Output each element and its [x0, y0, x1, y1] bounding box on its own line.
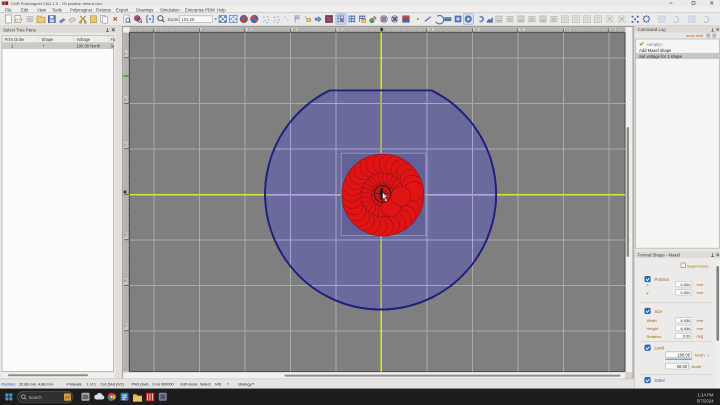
svg-text:North: North — [692, 364, 702, 369]
svg-text:(u: (u — [111, 44, 115, 49]
svg-text:-100: -100 — [200, 28, 206, 32]
svg-text:5/7/2024: 5/7/2024 — [697, 399, 714, 404]
svg-text:25: 25 — [124, 143, 128, 147]
svg-text:-75: -75 — [247, 28, 251, 32]
svg-text:Cut (blu): Cut (blu) — [101, 383, 116, 387]
svg-text:Export: Export — [116, 7, 129, 12]
svg-text:100.00: 100.00 — [677, 352, 690, 357]
svg-text:mm: mm — [697, 290, 704, 295]
svg-text:0.000: 0.000 — [680, 290, 691, 295]
svg-text:Polymagnet: Polymagnet — [70, 7, 93, 12]
svg-text:Set voltage for 1 shape: Set voltage for 1 shape — [639, 54, 683, 59]
svg-text:(0/2): (0/2) — [116, 383, 125, 387]
svg-text:Tools: Tools — [52, 7, 62, 12]
svg-text:Print (swt): Print (swt) — [132, 383, 150, 387]
svg-text:32.88 mm, 4.88 mm: 32.88 mm, 4.88 mm — [19, 383, 53, 387]
svg-text:6.936: 6.936 — [680, 318, 691, 323]
svg-text:-125: -125 — [155, 28, 161, 32]
svg-text:Select Tree Pane: Select Tree Pane — [3, 27, 37, 32]
svg-text:0.000: 0.000 — [680, 282, 691, 287]
svg-text:Drawings: Drawings — [136, 7, 153, 12]
svg-text:25: 25 — [429, 28, 433, 32]
svg-text:Shape: Shape — [42, 37, 55, 42]
svg-text:1:14 PM: 1:14 PM — [697, 392, 713, 397]
svg-text:Position:: Position: — [2, 383, 17, 387]
svg-text:undo limit: undo limit — [686, 33, 704, 38]
svg-text:North: North — [695, 352, 705, 357]
svg-text:CMR Polymagnet CAD 1.5 - 2D po: CMR Polymagnet CAD 1.5 - 2D position det… — [11, 1, 103, 6]
svg-text:strategy: strategy — [238, 383, 252, 387]
svg-text:Width: Width — [647, 318, 657, 323]
svg-text:View: View — [37, 7, 47, 12]
svg-text:0.00: 0.00 — [683, 334, 692, 339]
svg-text:103.28: 103.28 — [182, 17, 195, 22]
svg-text:125: 125 — [610, 28, 615, 32]
svg-text:Print Order: Print Order — [5, 37, 26, 42]
svg-text:Fixtures: Fixtures — [96, 7, 111, 12]
svg-text:Size: Size — [655, 309, 664, 314]
svg-text:Zoom:: Zoom: — [168, 17, 180, 22]
svg-text:0 on 000000: 0 on 000000 — [153, 383, 174, 387]
svg-text:mm: mm — [697, 318, 704, 323]
svg-text:Help: Help — [217, 7, 226, 12]
svg-text:x: x — [647, 282, 649, 287]
svg-text:Format Shape - Maxel: Format Shape - Maxel — [638, 253, 681, 258]
svg-text:Add Maxel shape: Add Maxel shape — [639, 48, 672, 53]
svg-text:N/S: N/S — [215, 383, 222, 387]
svg-text:-25: -25 — [124, 233, 128, 237]
svg-text:mm: mm — [697, 282, 704, 287]
svg-text:75: 75 — [520, 28, 524, 32]
svg-text:50: 50 — [124, 98, 128, 102]
svg-text:Command Log: Command Log — [638, 27, 667, 32]
svg-text:6.936: 6.936 — [680, 326, 691, 331]
svg-text:y: y — [647, 290, 649, 295]
svg-text:100.00 North: 100.00 North — [77, 44, 101, 49]
svg-text:-25: -25 — [338, 28, 342, 32]
svg-text:Search: Search — [29, 395, 43, 400]
svg-text:Supermaxel: Supermaxel — [687, 263, 708, 268]
svg-text:Height: Height — [647, 326, 659, 331]
svg-text:1 of 1: 1 of 1 — [87, 383, 97, 387]
svg-text:-50: -50 — [124, 279, 128, 283]
svg-text:mm: mm — [697, 326, 704, 331]
svg-text:Voltage: Voltage — [77, 37, 91, 42]
svg-text:Edit mode: Edit mode — [181, 383, 198, 387]
svg-text:File: File — [5, 7, 12, 12]
svg-text:x: x — [708, 353, 710, 357]
svg-text:Rotation: Rotation — [647, 334, 662, 339]
svg-text:Position: Position — [655, 277, 670, 282]
svg-text:Enterprise PDM: Enterprise PDM — [185, 7, 215, 12]
svg-text:?: ? — [227, 383, 229, 387]
svg-text:Select: Select — [200, 383, 211, 387]
svg-text:-50: -50 — [292, 28, 296, 32]
svg-text:Simulation: Simulation — [160, 7, 180, 12]
svg-text:Level: Level — [655, 346, 665, 351]
svg-text:deg: deg — [697, 334, 704, 339]
svg-text:100: 100 — [565, 28, 570, 32]
svg-text:-75: -75 — [124, 324, 128, 328]
svg-text:50: 50 — [475, 28, 479, 32]
svg-text:Fu: Fu — [111, 37, 116, 42]
svg-text:Edit: Edit — [21, 7, 29, 12]
svg-text:Order: Order — [655, 378, 666, 383]
svg-text:<empty>: <empty> — [647, 42, 664, 47]
svg-text:# Maxels: # Maxels — [67, 383, 82, 387]
svg-text:75: 75 — [124, 52, 128, 56]
svg-text:60.00: 60.00 — [677, 364, 688, 369]
